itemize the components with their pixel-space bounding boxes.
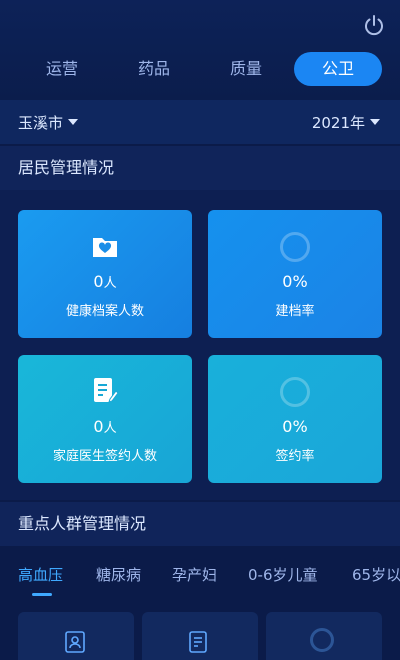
document-list-icon <box>189 631 207 653</box>
stat-card-3[interactable] <box>266 612 382 660</box>
signing-rate-label: 签约率 <box>275 449 315 464</box>
health-records-label: 健康档案人数 <box>65 304 144 319</box>
stat-card-1[interactable] <box>18 612 134 660</box>
ring-icon <box>280 232 310 262</box>
city-value: 玉溪市 <box>18 114 64 132</box>
filter-bar: 玉溪市 2021年 <box>0 100 400 144</box>
city-dropdown[interactable]: 玉溪市 <box>18 112 79 133</box>
active-subtab-indicator <box>32 593 52 596</box>
card-signing-rate[interactable]: 0% 签约率 <box>208 355 382 483</box>
caret-down-icon <box>370 119 380 125</box>
year-dropdown[interactable]: 2021年 <box>312 112 380 133</box>
category-tabs: 运营 药品 质量 公卫 <box>0 50 400 90</box>
top-bar: 运营 药品 质量 公卫 <box>0 0 400 100</box>
family-doctor-value: 0人 <box>93 417 117 436</box>
tab-drugs[interactable]: 药品 <box>114 52 194 86</box>
resident-panel: 0人 健康档案人数 0% 建档率 0人 家庭医生签约人数 0% 签约率 <box>0 190 400 500</box>
resident-section-title: 居民管理情况 <box>0 146 400 190</box>
tab-public-health[interactable]: 公卫 <box>294 52 382 86</box>
family-doctor-label: 家庭医生签约人数 <box>52 449 157 464</box>
card-health-records[interactable]: 0人 健康档案人数 <box>18 210 192 338</box>
subtab-diabetes[interactable]: 糖尿病 <box>96 564 141 585</box>
filing-rate-label: 建档率 <box>275 304 315 319</box>
subtab-elderly[interactable]: 65岁以 <box>352 564 400 585</box>
power-icon[interactable] <box>362 14 386 38</box>
year-value: 2021年 <box>311 114 365 132</box>
health-records-value: 0人 <box>93 272 117 291</box>
stat-card-2[interactable] <box>142 612 258 660</box>
subtab-hypertension[interactable]: 高血压 <box>18 564 63 585</box>
card-filing-rate[interactable]: 0% 建档率 <box>208 210 382 338</box>
contact-card-icon <box>65 631 85 653</box>
population-subtabs: 高血压 糖尿病 孕产妇 0-6岁儿童 65岁以 <box>0 548 400 598</box>
key-section-title: 重点人群管理情况 <box>0 502 400 546</box>
document-edit-icon <box>94 378 118 403</box>
ring-icon <box>280 377 310 407</box>
tab-quality[interactable]: 质量 <box>206 52 286 86</box>
subtab-maternal[interactable]: 孕产妇 <box>172 564 217 585</box>
card-family-doctor[interactable]: 0人 家庭医生签约人数 <box>18 355 192 483</box>
filing-rate-value: 0% <box>282 272 308 291</box>
signing-rate-value: 0% <box>282 417 308 436</box>
caret-down-icon <box>68 119 79 125</box>
folder-heart-icon <box>93 238 117 257</box>
ring-icon <box>310 628 334 652</box>
tab-operations[interactable]: 运营 <box>22 52 102 86</box>
subtab-children[interactable]: 0-6岁儿童 <box>248 564 318 585</box>
